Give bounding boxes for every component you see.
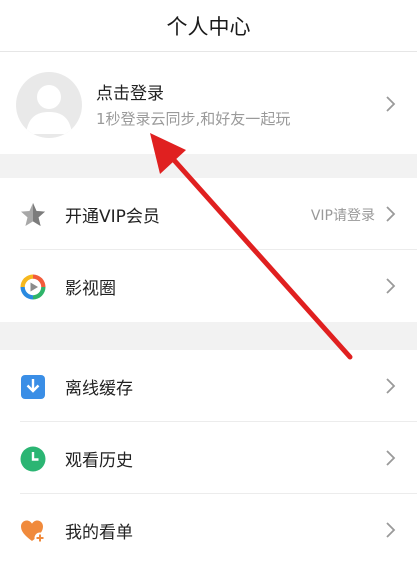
chevron-right-icon: [386, 522, 396, 538]
menu-item-label: 影视圈: [65, 279, 116, 299]
chevron-right-icon: [386, 278, 396, 294]
star-icon: [21, 203, 45, 226]
menu-item-label: 观看历史: [65, 451, 133, 471]
top-bar: 个人中心: [0, 0, 417, 52]
page-title: 个人中心: [166, 15, 251, 39]
chevron-right-icon: [386, 206, 396, 222]
login-prompt[interactable]: 点击登录: [96, 79, 164, 104]
chevron-right-icon: [386, 450, 396, 466]
section-divider: [0, 322, 417, 350]
avatar[interactable]: [16, 72, 82, 138]
menu-item-label: 我的看单: [65, 523, 133, 543]
chevron-right-icon: [386, 96, 396, 112]
section-divider: [0, 154, 417, 178]
play-circle-icon: [20, 274, 46, 300]
vip-login-hint: VIP请登录: [310, 208, 375, 224]
default-avatar-icon: [26, 85, 72, 134]
menu-item-vip[interactable]: 开通VIP会员 VIP请登录: [0, 178, 417, 250]
heart-plus-icon: [21, 520, 46, 544]
menu-item-label: 开通VIP会员: [65, 207, 160, 227]
menu-item-label: 离线缓存: [65, 379, 133, 399]
login-subtitle: 1秒登录云同步,和好友一起玩: [96, 110, 291, 128]
menu-item-my-watchlist[interactable]: 我的看单: [0, 494, 417, 566]
profile-login-row[interactable]: 点击登录 1秒登录云同步,和好友一起玩: [0, 52, 417, 154]
menu-item-watch-history[interactable]: 观看历史: [0, 422, 417, 494]
download-icon: [21, 375, 45, 399]
menu-item-film-circle[interactable]: 影视圈: [0, 250, 417, 322]
chevron-right-icon: [386, 378, 396, 394]
menu-item-offline-cache[interactable]: 离线缓存: [0, 350, 417, 422]
clock-icon: [20, 446, 46, 472]
